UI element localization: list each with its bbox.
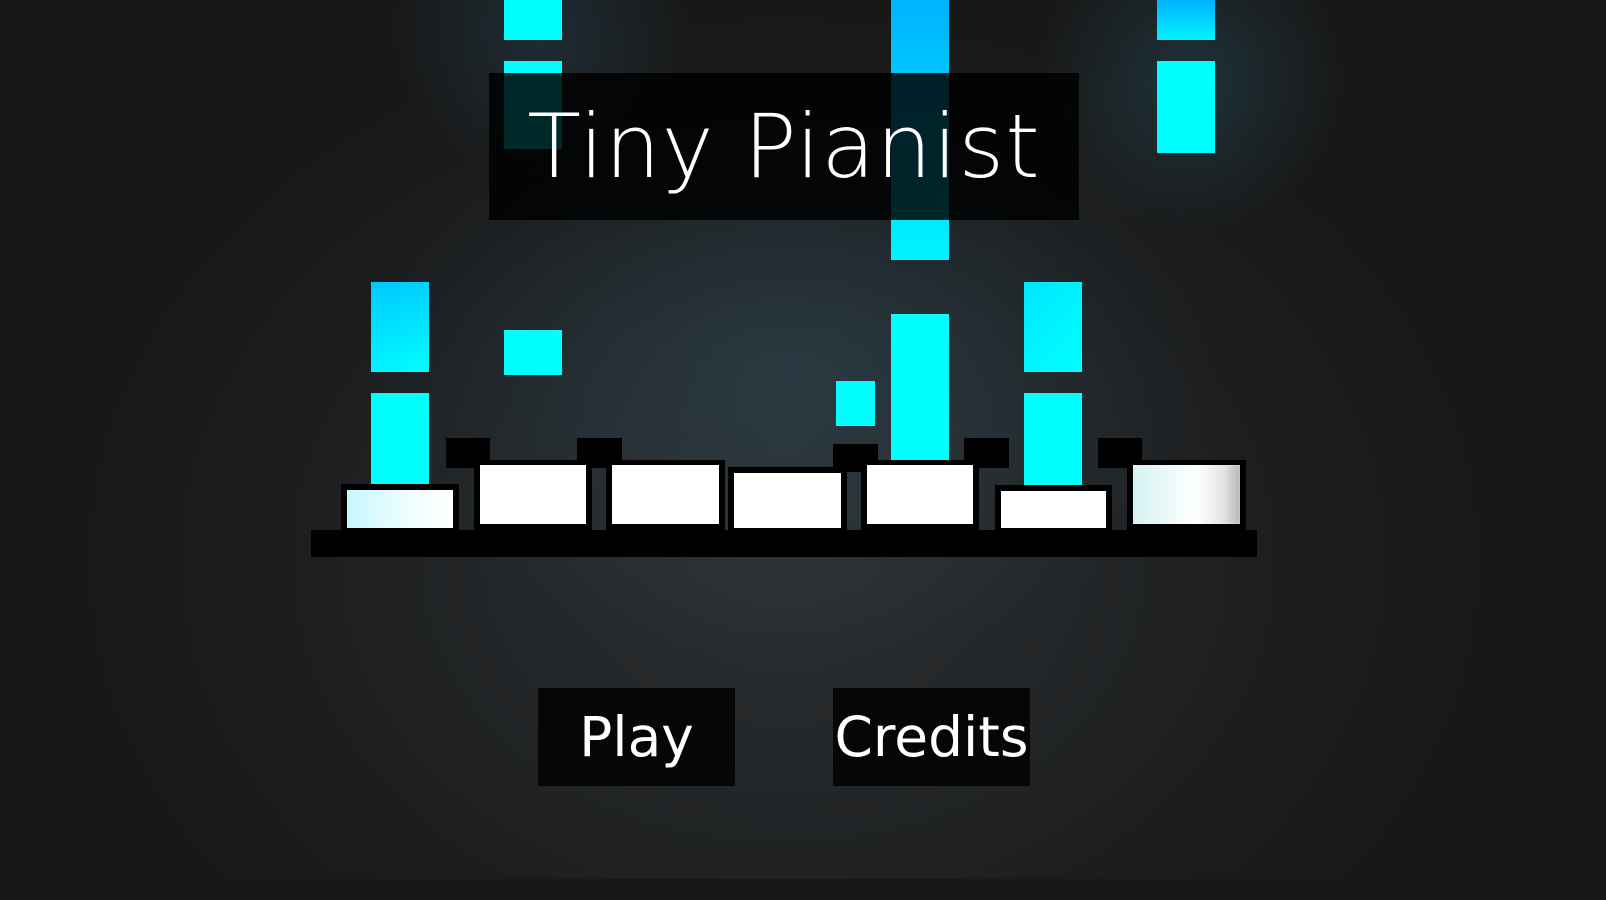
black-key[interactable] — [577, 438, 622, 468]
white-key[interactable] — [867, 465, 973, 524]
black-key[interactable] — [446, 438, 490, 468]
play-button[interactable]: Play — [538, 688, 735, 786]
game-title: Tiny Pianist — [489, 73, 1079, 220]
falling-note — [1157, 0, 1215, 40]
black-key[interactable] — [964, 438, 1009, 468]
falling-note — [1157, 61, 1215, 153]
white-key[interactable] — [347, 490, 453, 528]
falling-note — [371, 282, 429, 372]
falling-note — [891, 314, 949, 460]
game-screen: Tiny Pianist Play Credits — [0, 0, 1568, 879]
white-key[interactable] — [1133, 465, 1240, 524]
white-key[interactable] — [734, 473, 841, 528]
falling-note — [1024, 393, 1082, 488]
keyboard-base — [311, 530, 1257, 557]
white-key[interactable] — [1001, 491, 1106, 528]
falling-note — [504, 0, 562, 40]
falling-note — [371, 393, 429, 488]
falling-note — [1024, 282, 1082, 372]
white-key[interactable] — [612, 465, 719, 524]
white-key[interactable] — [480, 465, 586, 524]
falling-note — [504, 330, 562, 375]
black-key[interactable] — [1098, 438, 1142, 468]
credits-button[interactable]: Credits — [833, 688, 1030, 786]
falling-note — [836, 381, 875, 426]
